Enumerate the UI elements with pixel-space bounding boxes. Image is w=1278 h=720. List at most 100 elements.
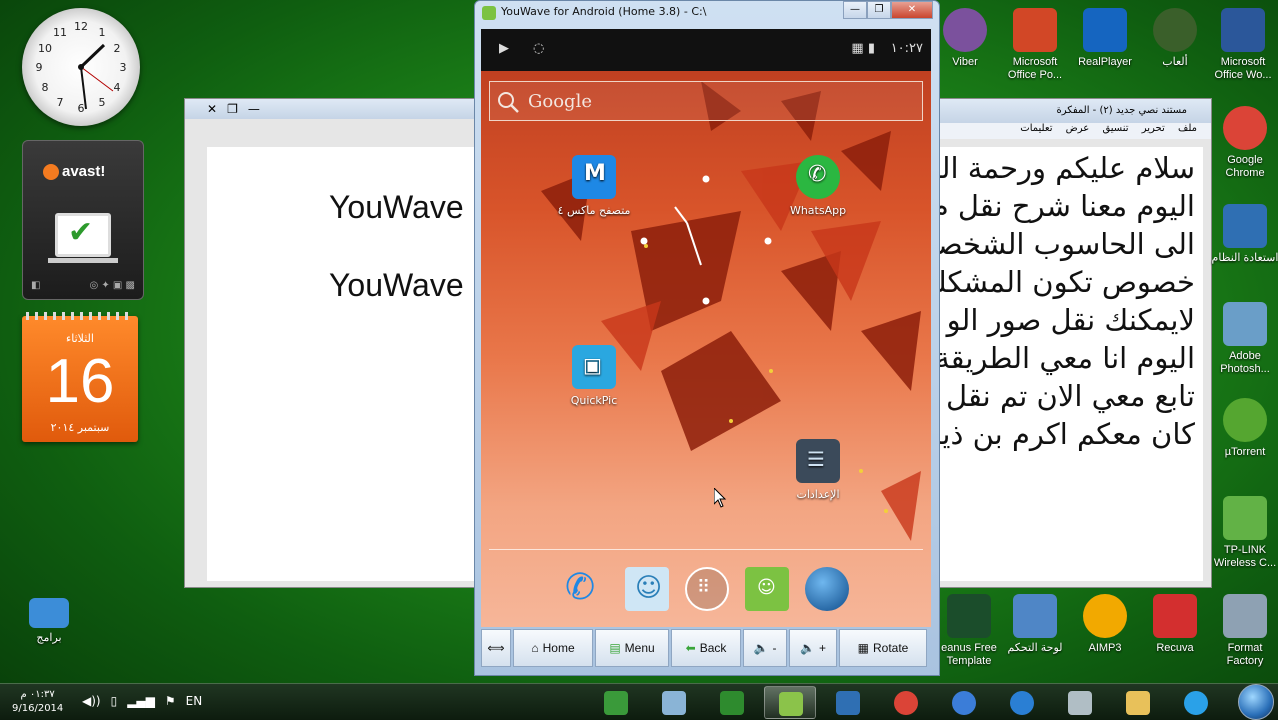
desktop-icon-viber[interactable]: Viber (930, 8, 1000, 69)
document-page[interactable]: YouWave YouWave (207, 147, 479, 581)
taskbar-button[interactable] (996, 686, 1048, 719)
avast-logo: avast! (43, 163, 105, 181)
close-icon[interactable]: ✕ (207, 102, 217, 116)
notepad-window[interactable]: مستند نصي جديد (٢) - المفكرة ملف تحرير ت… (938, 98, 1212, 588)
menu-format[interactable]: تنسيق (1102, 123, 1128, 134)
taskbar[interactable]: ٠١:٣٧ م 9/16/2014 ◀)) ▯ ▂▄▆ ⚑ EN (0, 683, 1278, 720)
youwave-control-bar[interactable]: ⟺ ⌂ Home ▤ Menu ⬅ Back 🔈 - 🔈 + ▦ Rotate (481, 629, 931, 669)
taskbar-button[interactable] (1170, 686, 1222, 719)
restore-icon[interactable]: ❐ (227, 102, 238, 116)
window-controls[interactable]: — ❐ ✕ (843, 1, 933, 19)
start-button[interactable] (1238, 684, 1274, 720)
desktop-icon-label: Adobe Photosh... (1220, 350, 1270, 376)
taskbar-button-active[interactable] (764, 686, 816, 719)
svg-text:8: 8 (42, 81, 49, 94)
minimize-icon[interactable]: — (248, 102, 260, 116)
desktop-icon-tplink[interactable]: TP-LINK Wireless C... (1210, 496, 1278, 570)
dock-contacts[interactable]: ☺ (625, 567, 669, 611)
desktop-icon-label: Microsoft Office Wo... (1214, 56, 1272, 82)
camtasia-icon (604, 691, 628, 715)
notepad-icon (662, 691, 686, 715)
back-arrow-icon: ⬅ (685, 641, 696, 655)
app-maxthon-browser[interactable]: M متصفح ماكس ٤ (549, 155, 639, 217)
desktop-icon-label: Microsoft Office Po... (1007, 56, 1063, 82)
menu-help[interactable]: تعليمات (1020, 123, 1052, 134)
desktop-icon-format-factory[interactable]: Format Factory (1210, 594, 1278, 668)
taskbar-button[interactable] (938, 686, 990, 719)
speaker-icon: 🔈 (800, 641, 815, 655)
desktop-icon-template[interactable]: eanus Free Template (934, 594, 1004, 668)
avast-toolbar[interactable]: ◧ ◎ ✦ ▣ ▩ (31, 280, 135, 291)
rotate-icon: ▦ (857, 641, 869, 655)
signal-icon[interactable]: ▂▄▆ (127, 694, 155, 708)
taskbar-button[interactable] (590, 686, 642, 719)
svg-text:3: 3 (120, 61, 127, 74)
maximize-button[interactable]: ❐ (867, 1, 891, 19)
menu-button[interactable]: ▤ Menu (595, 629, 669, 667)
taskbar-button[interactable] (880, 686, 932, 719)
home-icon: ⌂ (531, 641, 539, 655)
system-tray[interactable]: ◀)) ▯ ▂▄▆ ⚑ EN (82, 694, 202, 708)
battery-icon[interactable]: ▯ (111, 694, 118, 708)
text-line: لايمكنك نقل صور الو (946, 303, 1195, 337)
app-quickpic[interactable]: ▣ QuickPic (549, 345, 639, 407)
language-indicator[interactable]: EN (186, 694, 203, 708)
flag-icon[interactable]: ⚑ (165, 694, 176, 708)
desktop-icon-aimp3[interactable]: AIMP3 (1070, 594, 1140, 655)
whatsapp-notification-icon: ◌ (533, 41, 545, 56)
svg-text:11: 11 (53, 26, 67, 39)
desktop-icon-system-restore[interactable]: استعادة النظام (1210, 204, 1278, 265)
notepad-text-area[interactable]: سلام عليكم ورحمة الله اليوم معنا شرح نقل… (939, 147, 1203, 581)
back-button[interactable]: ⬅ Back (671, 629, 741, 667)
photoshop-icon (1223, 302, 1267, 346)
desktop-icon-recuva[interactable]: Recuva (1140, 594, 1210, 655)
taskbar-button[interactable] (706, 686, 758, 719)
app-settings[interactable]: ☰ الإعدادات (773, 439, 863, 501)
volume-up-button[interactable]: 🔈 + (789, 629, 837, 667)
desktop-icon-games[interactable]: ألعاب (1140, 8, 1210, 69)
taskbar-button[interactable] (1112, 686, 1164, 719)
dock-messaging[interactable]: ☺ (745, 567, 789, 611)
programs-icon (29, 598, 69, 628)
desktop-icon-realplayer[interactable]: RealPlayer (1070, 8, 1140, 69)
menu-view[interactable]: عرض (1066, 123, 1090, 134)
close-button[interactable]: ✕ (891, 1, 933, 19)
word-document-window[interactable]: ✕ ❐ — YouWave YouWave (184, 98, 480, 588)
avast-gadget[interactable]: avast! ✔ ◧ ◎ ✦ ▣ ▩ (22, 140, 144, 300)
desktop-icon-label: µTorrent (1224, 446, 1266, 458)
app-whatsapp[interactable]: ✆ WhatsApp (773, 155, 863, 217)
rotate-label: Rotate (872, 641, 909, 655)
youwave-window[interactable]: YouWave for Android (Home 3.8) - C:\ — ❐… (474, 0, 940, 676)
desktop-icon-control-panel[interactable]: لوحة التحكم (1000, 594, 1070, 655)
window-controls[interactable]: ✕ ❐ — (185, 99, 479, 119)
taskbar-button[interactable] (648, 686, 700, 719)
rotate-button[interactable]: ▦ Rotate (839, 629, 927, 667)
desktop-icon-powerpoint[interactable]: Microsoft Office Po... (1000, 8, 1070, 82)
desktop-icon-label: Google Chrome (1225, 154, 1265, 180)
taskbar-button[interactable] (1054, 686, 1106, 719)
desktop-icon-photoshop[interactable]: Adobe Photosh... (1210, 302, 1278, 376)
dock-browser[interactable] (805, 567, 849, 611)
notepad-menubar[interactable]: ملف تحرير تنسيق عرض تعليمات (939, 123, 1211, 139)
app-label: WhatsApp (789, 204, 847, 217)
home-button[interactable]: ⌂ Home (513, 629, 593, 667)
desktop-icon-chrome[interactable]: Google Chrome (1210, 106, 1278, 180)
menu-file[interactable]: ملف (1178, 123, 1197, 134)
desktop-icon-word[interactable]: Microsoft Office Wo... (1208, 8, 1278, 82)
svg-text:9: 9 (36, 61, 43, 74)
android-screen[interactable]: ▶ ◌ ▦ ▮ ١٠:٢٧ Google M متصفح ماكس ٤ ✆ Wh… (481, 29, 931, 627)
volume-icon[interactable]: ◀)) (82, 694, 101, 708)
desktop-icon-programs[interactable]: برامج (14, 598, 84, 645)
minimize-button[interactable]: — (843, 1, 867, 19)
volume-down-button[interactable]: 🔈 - (743, 629, 787, 667)
desktop-icon-utorrent[interactable]: µTorrent (1210, 398, 1278, 459)
taskbar-clock[interactable]: ٠١:٣٧ م 9/16/2014 (12, 688, 63, 716)
google-search-bar[interactable]: Google (489, 81, 923, 121)
dock-phone[interactable]: ✆ (565, 567, 609, 611)
calendar-day-name: الثلاثاء (66, 332, 94, 345)
menu-edit[interactable]: تحرير (1142, 123, 1165, 134)
resize-toggle-button[interactable]: ⟺ (481, 629, 511, 667)
desktop-icon-label: RealPlayer (1078, 56, 1132, 68)
taskbar-button[interactable] (822, 686, 874, 719)
dock-app-drawer[interactable]: ⠿ (685, 567, 729, 611)
